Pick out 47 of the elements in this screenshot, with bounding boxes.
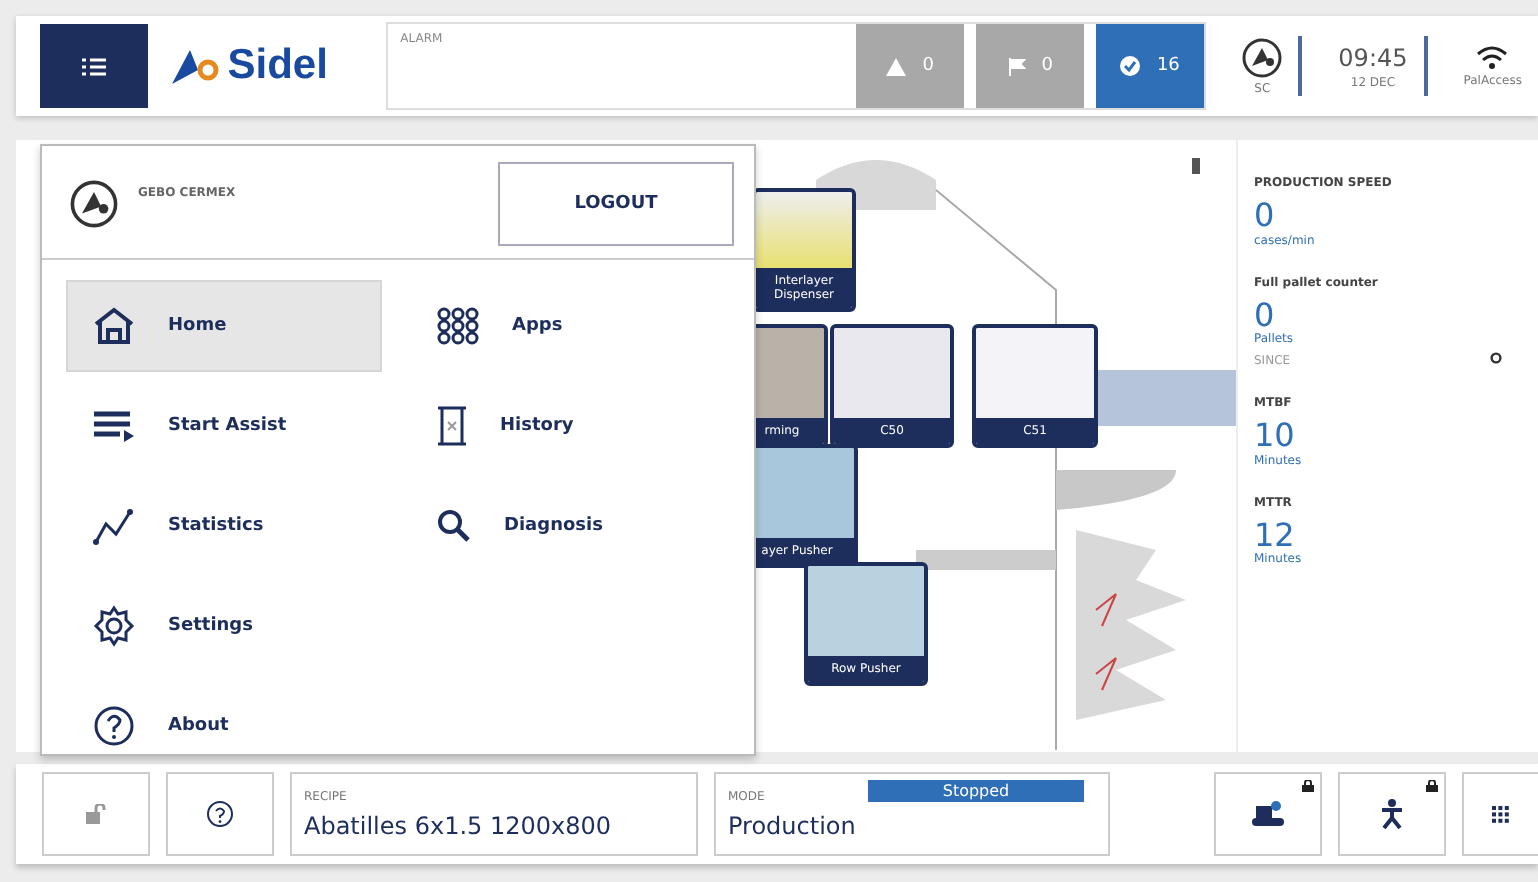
grid-button[interactable] bbox=[1462, 772, 1538, 856]
menu-item[interactable]: Settings bbox=[66, 580, 382, 672]
check-circle-icon bbox=[1120, 56, 1141, 76]
menu-item[interactable]: Statistics bbox=[66, 480, 382, 572]
status-banner: Stopped bbox=[868, 780, 1084, 802]
alarm-counter[interactable]: 16 bbox=[1096, 24, 1205, 108]
settings-icon bbox=[92, 604, 136, 648]
stat-value: 10 bbox=[1254, 418, 1297, 454]
company-logo-icon bbox=[70, 180, 118, 228]
person-icon bbox=[1380, 798, 1404, 830]
reset-icon bbox=[1490, 352, 1502, 365]
unlocked-padlock-icon bbox=[86, 804, 106, 824]
line-chart-icon bbox=[92, 506, 136, 546]
menu-item[interactable]: Start Assist bbox=[66, 380, 382, 472]
menu-item[interactable]: About bbox=[66, 680, 382, 772]
apps-icon bbox=[436, 306, 480, 346]
menu-icon bbox=[81, 57, 106, 75]
logo-icon bbox=[167, 46, 220, 86]
list-icon bbox=[92, 408, 136, 444]
menu-item[interactable]: Apps bbox=[410, 280, 734, 372]
wifi-icon bbox=[1476, 45, 1509, 69]
menu-button[interactable] bbox=[40, 24, 148, 108]
lock-icon bbox=[1426, 780, 1438, 792]
unlock-button[interactable] bbox=[42, 772, 150, 856]
warning-icon bbox=[886, 57, 907, 75]
conveyor-robot-icon bbox=[1250, 800, 1286, 828]
clock-time: 09:45 bbox=[1338, 43, 1408, 71]
stat-value: 0 bbox=[1254, 198, 1277, 234]
help-icon bbox=[206, 800, 234, 828]
help-button[interactable] bbox=[166, 772, 274, 856]
operator-button[interactable] bbox=[1338, 772, 1446, 856]
menu-item[interactable]: Diagnosis bbox=[410, 480, 734, 572]
lock-icon bbox=[1302, 780, 1314, 792]
stat-value: 0 bbox=[1254, 297, 1275, 333]
logout-button[interactable]: LOGOUT bbox=[498, 162, 734, 246]
user-badge-icon bbox=[1242, 37, 1283, 77]
stat-value: 12 bbox=[1254, 517, 1295, 553]
conveyor-button[interactable] bbox=[1214, 772, 1322, 856]
brand-name: Sidel bbox=[227, 42, 328, 90]
help-icon bbox=[92, 704, 136, 748]
house-icon bbox=[92, 306, 136, 346]
menu-item[interactable]: Home bbox=[66, 280, 382, 372]
menu-item[interactable]: History bbox=[410, 380, 734, 472]
grid-icon bbox=[1492, 805, 1510, 823]
search-icon bbox=[436, 508, 472, 544]
flag-icon bbox=[1007, 57, 1026, 75]
hourglass-icon bbox=[436, 406, 468, 446]
